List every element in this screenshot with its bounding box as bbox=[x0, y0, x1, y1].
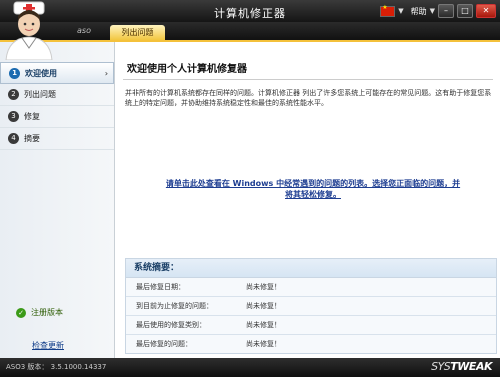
sidebar-item-repair[interactable]: 3 修复 bbox=[0, 106, 114, 128]
version-text: ASO3 版本： 3.5.1000.14337 bbox=[6, 363, 107, 371]
brand-tab: aso bbox=[77, 26, 91, 35]
sidebar-item-label: 摘要 bbox=[24, 134, 40, 143]
common-problems-link[interactable]: 请单击此处查看在 Windows 中经常遇到的问题的列表。选择您正面临的问题，并… bbox=[163, 178, 463, 200]
sidebar: 1 欢迎使用 › 2 列出问题 3 修复 4 摘要 ✓ 注册版本 检查更新 bbox=[0, 42, 115, 358]
summary-label: 到目前为止修复的问题： bbox=[136, 302, 213, 310]
check-icon: ✓ bbox=[16, 307, 26, 318]
logo-sys: SYS bbox=[431, 360, 451, 373]
title-bar-controls: ▼ 帮助 ▼ – □ ✕ bbox=[380, 4, 496, 18]
language-flag-icon[interactable] bbox=[380, 4, 396, 17]
close-button[interactable]: ✕ bbox=[476, 4, 496, 18]
summary-title: 系统摘要： bbox=[126, 259, 496, 278]
doctor-avatar-icon bbox=[5, 1, 53, 60]
step-3-icon: 3 bbox=[8, 111, 19, 122]
help-menu[interactable]: 帮助 bbox=[411, 6, 427, 17]
summary-label: 最后修复的问题： bbox=[136, 340, 192, 348]
logo-tweak: TWEAK bbox=[450, 360, 492, 373]
summary-row: 最后使用的修复类别： 尚未修复！ bbox=[126, 316, 496, 335]
summary-label: 最后使用的修复类别： bbox=[136, 321, 206, 329]
sidebar-item-welcome[interactable]: 1 欢迎使用 › bbox=[0, 62, 114, 84]
title-bar: 计算机修正器 ▼ 帮助 ▼ – □ ✕ bbox=[0, 0, 500, 22]
summary-value: 尚未修复！ bbox=[246, 283, 281, 291]
minimize-button[interactable]: – bbox=[438, 4, 454, 18]
page-title: 欢迎使用个人计算机修复器 bbox=[127, 64, 247, 75]
summary-label: 最后修复日期： bbox=[136, 283, 185, 291]
summary-value: 尚未修复！ bbox=[246, 302, 281, 310]
sidebar-nav: 1 欢迎使用 › 2 列出问题 3 修复 4 摘要 bbox=[0, 62, 114, 150]
step-2-icon: 2 bbox=[8, 89, 19, 100]
step-1-icon: 1 bbox=[9, 67, 20, 79]
summary-value: 尚未修复！ bbox=[246, 340, 281, 348]
divider bbox=[123, 79, 493, 80]
registered-label: 注册版本 bbox=[31, 308, 63, 317]
status-bar: ASO3 版本： 3.5.1000.14337 SYSTWEAK bbox=[0, 358, 500, 377]
tab-list-problems[interactable]: 列出问题 bbox=[110, 25, 165, 40]
language-dropdown-icon[interactable]: ▼ bbox=[398, 7, 403, 15]
sidebar-item-list-problems[interactable]: 2 列出问题 bbox=[0, 84, 114, 106]
sidebar-item-label: 欢迎使用 bbox=[25, 68, 57, 78]
help-dropdown-icon[interactable]: ▼ bbox=[430, 7, 435, 15]
systweak-logo: SYSTWEAK bbox=[431, 360, 492, 373]
summary-row: 到目前为止修复的问题： 尚未修复！ bbox=[126, 297, 496, 316]
check-update-link[interactable]: 检查更新 bbox=[32, 340, 64, 351]
step-4-icon: 4 bbox=[8, 133, 19, 144]
main-panel: 欢迎使用个人计算机修复器 并非所有的计算机系统都存在同样的问题。计算机修正器 列… bbox=[115, 42, 500, 358]
sidebar-item-summary[interactable]: 4 摘要 bbox=[0, 128, 114, 150]
summary-value: 尚未修复！ bbox=[246, 321, 281, 329]
sidebar-item-label: 列出问题 bbox=[24, 90, 56, 99]
registered-version: ✓ 注册版本 bbox=[16, 307, 63, 318]
tab-bar: aso 列出问题 bbox=[0, 22, 500, 40]
summary-row: 最后修复的问题： 尚未修复！ bbox=[126, 335, 496, 353]
summary-row: 最后修复日期： 尚未修复！ bbox=[126, 278, 496, 297]
chevron-right-icon: › bbox=[104, 68, 108, 78]
system-summary-panel: 系统摘要： 最后修复日期： 尚未修复！ 到目前为止修复的问题： 尚未修复！ 最后… bbox=[125, 258, 497, 354]
maximize-button[interactable]: □ bbox=[457, 4, 473, 18]
description-text: 并非所有的计算机系统都存在同样的问题。计算机修正器 列出了许多您系统上可能存在的… bbox=[125, 89, 492, 107]
sidebar-item-label: 修复 bbox=[24, 112, 40, 121]
